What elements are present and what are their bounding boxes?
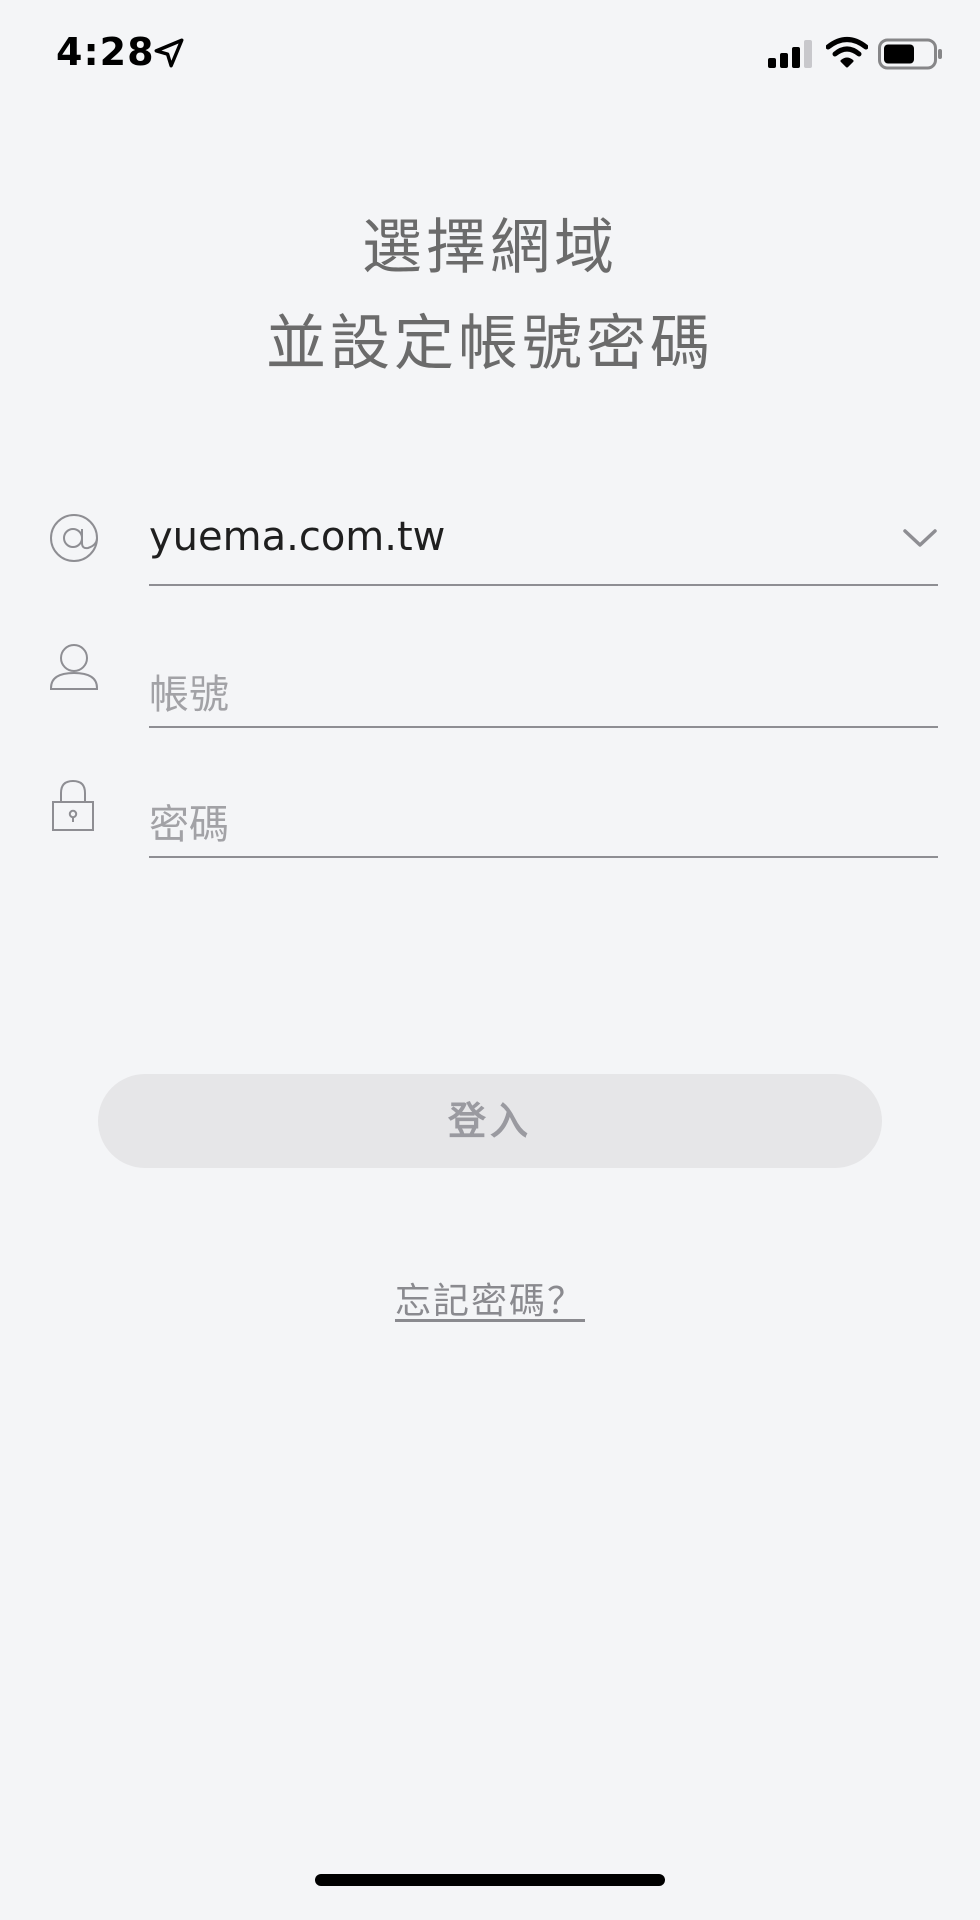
login-button[interactable]: 登入	[98, 1074, 882, 1168]
account-placeholder: 帳號	[149, 672, 229, 718]
user-icon	[50, 644, 98, 690]
status-time: 4:28	[56, 30, 155, 74]
password-placeholder: 密碼	[149, 802, 229, 848]
location-arrow-icon	[154, 38, 184, 68]
account-field[interactable]: 帳號	[149, 642, 938, 728]
password-row: 密碼	[0, 772, 980, 892]
home-indicator	[315, 1874, 665, 1886]
page-title: 選擇網域 並設定帳號密碼	[0, 200, 980, 392]
cellular-signal-icon	[768, 40, 812, 68]
domain-select[interactable]: yuema.com.tw	[149, 500, 938, 586]
battery-icon	[878, 38, 942, 70]
account-row: 帳號	[0, 642, 980, 762]
title-line-1: 選擇網域	[362, 213, 618, 283]
forgot-password-link[interactable]: 忘記密碼？	[0, 1272, 980, 1324]
lock-icon	[52, 779, 94, 831]
at-sign-icon	[50, 514, 98, 562]
chevron-down-icon[interactable]	[902, 526, 938, 550]
domain-row: yuema.com.tw	[0, 500, 980, 620]
title-line-2: 並設定帳號密碼	[266, 309, 714, 379]
password-field[interactable]: 密碼	[149, 772, 938, 858]
status-bar: 4:28	[0, 0, 980, 110]
domain-value: yuema.com.tw	[149, 514, 446, 560]
wifi-icon	[826, 37, 868, 68]
